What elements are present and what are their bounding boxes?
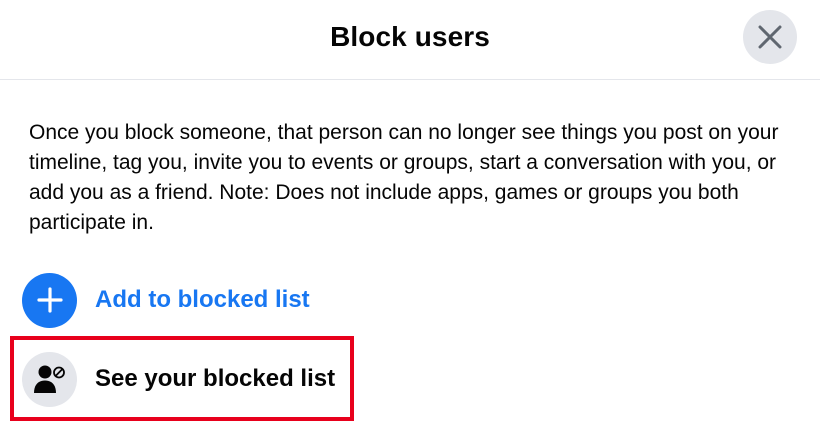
see-blocked-list-button[interactable]: See your blocked list: [22, 351, 335, 407]
close-button[interactable]: [743, 10, 797, 64]
dialog-header: Block users: [0, 0, 820, 80]
block-description: Once you block someone, that person can …: [29, 121, 779, 234]
dialog-title: Block users: [330, 21, 490, 52]
close-icon: [757, 24, 783, 50]
blocked-user-icon: [22, 351, 77, 407]
plus-icon: [22, 272, 77, 328]
block-users-dialog: Block users Once you block someone, that…: [0, 0, 820, 430]
see-blocked-list-label: See your blocked list: [95, 365, 336, 392]
add-to-blocked-list-button[interactable]: Add to blocked list: [22, 272, 310, 328]
add-to-blocked-list-label: Add to blocked list: [95, 286, 310, 313]
